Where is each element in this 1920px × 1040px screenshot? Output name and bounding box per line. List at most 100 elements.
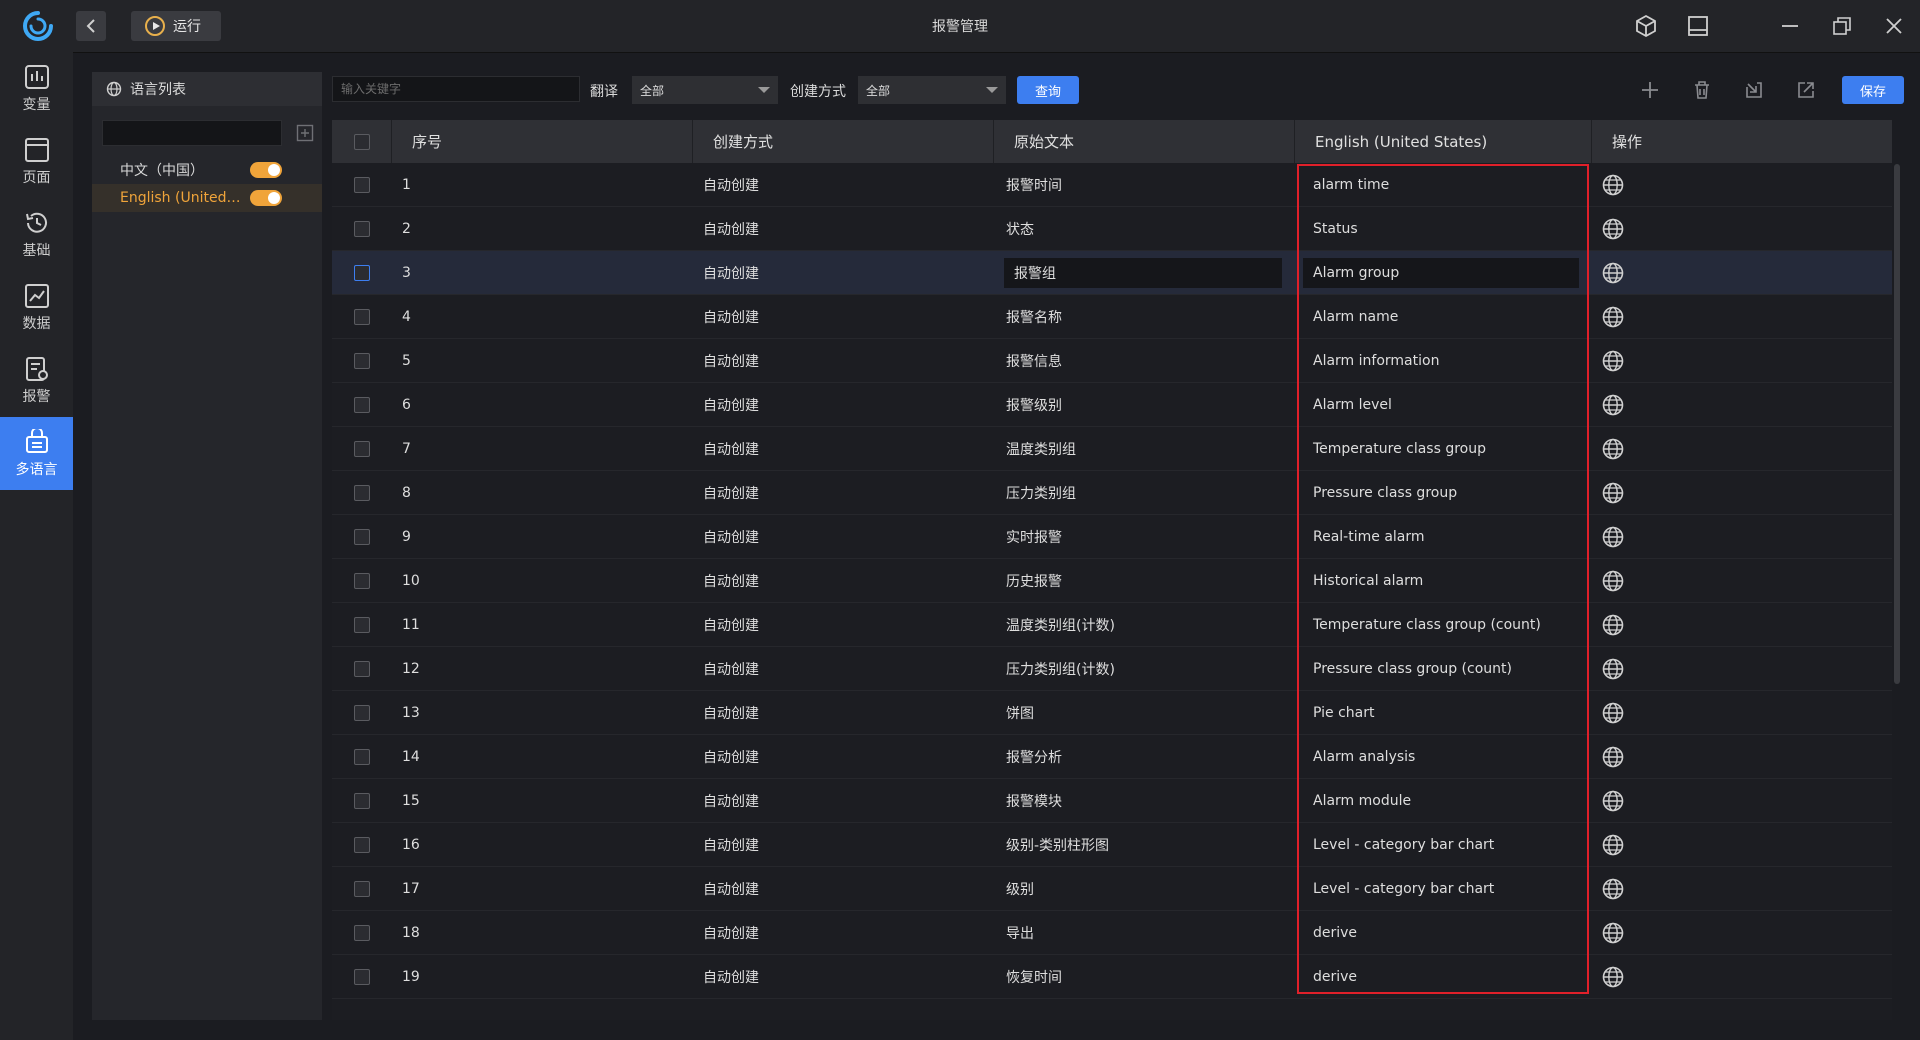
language-item-english[interactable]: English (United ...: [92, 184, 322, 212]
original-text-cell[interactable]: 实时报警: [994, 515, 1295, 559]
original-text-cell[interactable]: 温度类别组(计数): [994, 603, 1295, 647]
english-text-cell[interactable]: Pressure class group (count): [1295, 647, 1592, 691]
english-text-cell[interactable]: Temperature class group (count): [1295, 603, 1592, 647]
globe-icon[interactable]: [1602, 526, 1624, 548]
row-checkbox[interactable]: [354, 617, 370, 633]
globe-icon[interactable]: [1602, 790, 1624, 812]
nav-item-basic[interactable]: 基础: [0, 198, 73, 271]
original-text-input[interactable]: 报警组: [1004, 258, 1282, 288]
original-text-cell[interactable]: 压力类别组: [994, 471, 1295, 515]
keyword-search-input[interactable]: [332, 76, 580, 102]
row-checkbox[interactable]: [354, 793, 370, 809]
delete-icon[interactable]: [1688, 76, 1716, 104]
table-row[interactable]: 18 自动创建 导出 derive: [332, 911, 1892, 955]
english-text-cell[interactable]: Alarm level: [1295, 383, 1592, 427]
globe-icon[interactable]: [1602, 306, 1624, 328]
restore-icon[interactable]: [1816, 0, 1868, 52]
english-text-cell[interactable]: Pie chart: [1295, 691, 1592, 735]
table-row[interactable]: 1 自动创建 报警时间 alarm time: [332, 163, 1892, 207]
original-text-cell[interactable]: 历史报警: [994, 559, 1295, 603]
original-text-cell[interactable]: 饼图: [994, 691, 1295, 735]
globe-icon[interactable]: [1602, 262, 1624, 284]
original-text-cell[interactable]: 状态: [994, 207, 1295, 251]
row-checkbox[interactable]: [354, 309, 370, 325]
layout-icon[interactable]: [1672, 0, 1724, 52]
original-text-cell[interactable]: 报警信息: [994, 339, 1295, 383]
language-toggle[interactable]: [250, 162, 282, 178]
english-text-cell[interactable]: Alarm module: [1295, 779, 1592, 823]
language-search-input[interactable]: [102, 120, 282, 146]
english-text-cell[interactable]: Pressure class group: [1295, 471, 1592, 515]
original-text-cell[interactable]: 级别-类别柱形图: [994, 823, 1295, 867]
original-text-cell[interactable]: 温度类别组: [994, 427, 1295, 471]
table-row[interactable]: 8 自动创建 压力类别组 Pressure class group: [332, 471, 1892, 515]
translate-select[interactable]: 全部: [632, 76, 778, 104]
add-icon[interactable]: [1636, 76, 1664, 104]
table-row[interactable]: 12 自动创建 压力类别组(计数) Pressure class group (cou…: [332, 647, 1892, 691]
table-row[interactable]: 5 自动创建 报警信息 Alarm information: [332, 339, 1892, 383]
english-text-cell[interactable]: Real-time alarm: [1295, 515, 1592, 559]
table-row[interactable]: 4 自动创建 报警名称 Alarm name: [332, 295, 1892, 339]
row-checkbox[interactable]: [354, 661, 370, 677]
globe-icon[interactable]: [1602, 350, 1624, 372]
original-text-cell[interactable]: 压力类别组(计数): [994, 647, 1295, 691]
table-row[interactable]: 6 自动创建 报警级别 Alarm level: [332, 383, 1892, 427]
row-checkbox[interactable]: [354, 177, 370, 193]
nav-item-data[interactable]: 数据: [0, 271, 73, 344]
table-row[interactable]: 17 自动创建 级别 Level - category bar chart: [332, 867, 1892, 911]
table-row[interactable]: 9 自动创建 实时报警 Real-time alarm: [332, 515, 1892, 559]
export-icon[interactable]: [1792, 76, 1820, 104]
english-text-input[interactable]: Alarm group: [1303, 258, 1579, 288]
english-text-cell[interactable]: Status: [1295, 207, 1592, 251]
table-row[interactable]: 13 自动创建 饼图 Pie chart: [332, 691, 1892, 735]
create-method-select[interactable]: 全部: [858, 76, 1006, 104]
english-text-cell[interactable]: derive: [1295, 955, 1592, 999]
original-text-cell[interactable]: 级别: [994, 867, 1295, 911]
english-text-cell[interactable]: Alarm group: [1295, 251, 1592, 295]
cube-icon[interactable]: [1620, 0, 1672, 52]
table-scrollbar[interactable]: [1894, 164, 1900, 684]
english-text-cell[interactable]: Alarm name: [1295, 295, 1592, 339]
original-text-cell[interactable]: 报警分析: [994, 735, 1295, 779]
row-checkbox[interactable]: [354, 265, 370, 281]
english-text-cell[interactable]: Historical alarm: [1295, 559, 1592, 603]
select-all-checkbox[interactable]: [353, 133, 370, 150]
save-button[interactable]: 保存: [1842, 76, 1904, 104]
table-row[interactable]: 19 自动创建 恢复时间 derive: [332, 955, 1892, 999]
globe-icon[interactable]: [1602, 966, 1624, 988]
nav-item-multilanguage[interactable]: 多语言: [0, 417, 73, 490]
english-text-cell[interactable]: derive: [1295, 911, 1592, 955]
original-text-cell[interactable]: 报警组: [994, 251, 1295, 295]
globe-icon[interactable]: [1602, 834, 1624, 856]
english-text-cell[interactable]: Level - category bar chart: [1295, 867, 1592, 911]
globe-icon[interactable]: [1602, 702, 1624, 724]
original-text-cell[interactable]: 报警级别: [994, 383, 1295, 427]
original-text-cell[interactable]: 导出: [994, 911, 1295, 955]
row-checkbox[interactable]: [354, 529, 370, 545]
row-checkbox[interactable]: [354, 441, 370, 457]
nav-item-variables[interactable]: 变量: [0, 52, 73, 125]
nav-item-alarm[interactable]: 报警: [0, 344, 73, 417]
globe-icon[interactable]: [1602, 438, 1624, 460]
original-text-cell[interactable]: 报警模块: [994, 779, 1295, 823]
table-row[interactable]: 10 自动创建 历史报警 Historical alarm: [332, 559, 1892, 603]
nav-item-pages[interactable]: 页面: [0, 125, 73, 198]
globe-icon[interactable]: [1602, 614, 1624, 636]
column-header-english[interactable]: English (United States): [1295, 120, 1592, 163]
original-text-cell[interactable]: 恢复时间: [994, 955, 1295, 999]
add-language-icon[interactable]: [296, 124, 314, 142]
import-icon[interactable]: [1740, 76, 1768, 104]
table-row[interactable]: 2 自动创建 状态 Status: [332, 207, 1892, 251]
table-row[interactable]: 15 自动创建 报警模块 Alarm module: [332, 779, 1892, 823]
table-row[interactable]: 7 自动创建 温度类别组 Temperature class group: [332, 427, 1892, 471]
english-text-cell[interactable]: Level - category bar chart: [1295, 823, 1592, 867]
globe-icon[interactable]: [1602, 878, 1624, 900]
close-icon[interactable]: [1868, 0, 1920, 52]
row-checkbox[interactable]: [354, 925, 370, 941]
back-button[interactable]: [76, 11, 106, 41]
english-text-cell[interactable]: Alarm analysis: [1295, 735, 1592, 779]
table-row[interactable]: 14 自动创建 报警分析 Alarm analysis: [332, 735, 1892, 779]
original-text-cell[interactable]: 报警名称: [994, 295, 1295, 339]
row-checkbox[interactable]: [354, 221, 370, 237]
globe-icon[interactable]: [1602, 218, 1624, 240]
